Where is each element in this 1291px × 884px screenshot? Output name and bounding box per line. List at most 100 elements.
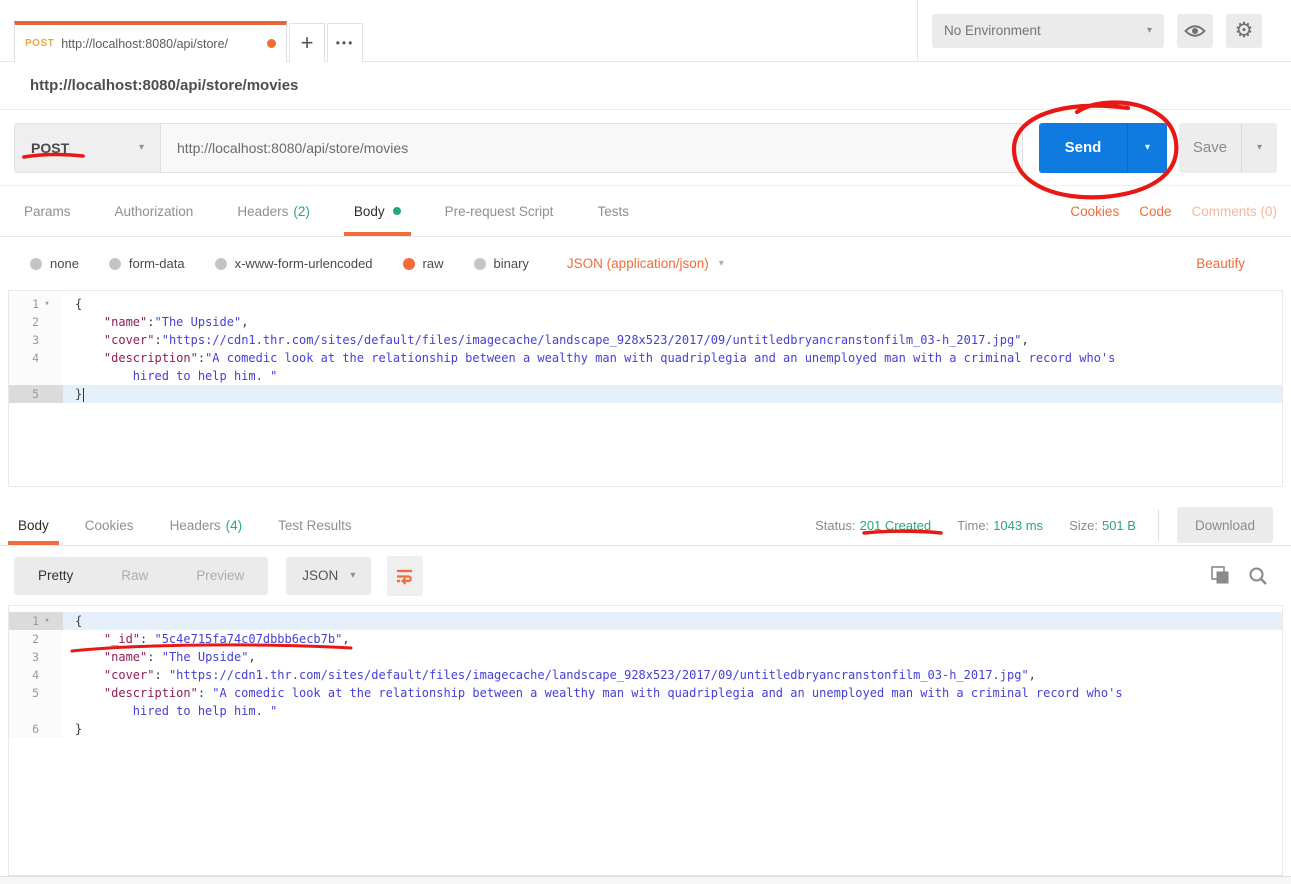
beautify-link[interactable]: Beautify bbox=[1196, 256, 1245, 271]
save-options-button[interactable]: ▾ bbox=[1241, 123, 1277, 173]
code-line: 4 "description":"A comedic look at the r… bbox=[9, 349, 1282, 367]
tab-params[interactable]: Params bbox=[14, 186, 81, 236]
new-tab-button[interactable]: + bbox=[289, 23, 325, 62]
code-text: "_id": "5c4e715fa74c07dbbb6ecb7b", bbox=[63, 630, 1282, 648]
content-type-selector[interactable]: JSON (application/json) ▾ bbox=[567, 256, 724, 271]
line-number-gutter: 3 bbox=[9, 331, 63, 349]
tab-headers[interactable]: Headers(2) bbox=[227, 186, 320, 236]
send-button-group: Send ▾ bbox=[1039, 123, 1167, 173]
response-headers-count-badge: (4) bbox=[226, 518, 243, 533]
code-text: "name": "The Upside", bbox=[63, 648, 1282, 666]
body-type-raw[interactable]: raw bbox=[403, 256, 444, 271]
size-value: 501 B bbox=[1102, 518, 1136, 533]
send-options-button[interactable]: ▾ bbox=[1127, 123, 1167, 173]
line-number-gutter: 3 bbox=[9, 648, 63, 666]
radio-label: form-data bbox=[129, 256, 185, 271]
code-text: } bbox=[63, 720, 1282, 738]
save-button[interactable]: Save bbox=[1179, 123, 1241, 173]
environment-quick-look-button[interactable] bbox=[1177, 14, 1213, 48]
fold-caret-icon[interactable]: ▾ bbox=[39, 612, 55, 630]
view-raw[interactable]: Raw bbox=[97, 557, 172, 595]
response-tab-cookies[interactable]: Cookies bbox=[75, 505, 144, 545]
response-meta: Status:201 Created Time:1043 ms Size:501… bbox=[789, 507, 1283, 543]
body-type-binary[interactable]: binary bbox=[474, 256, 529, 271]
tab-label: Body bbox=[18, 518, 49, 533]
divider bbox=[1158, 509, 1159, 541]
line-number-gutter: 4 bbox=[9, 349, 63, 367]
response-section-tabs: Body Cookies Headers(4) Test Results Sta… bbox=[0, 505, 1291, 546]
response-tab-body[interactable]: Body bbox=[8, 505, 59, 545]
tab-label: Tests bbox=[597, 204, 629, 219]
code-text: "cover": "https://cdn1.thr.com/sites/def… bbox=[63, 666, 1282, 684]
settings-button[interactable]: ⚙ bbox=[1226, 14, 1262, 48]
response-tab-headers[interactable]: Headers(4) bbox=[160, 505, 253, 545]
view-pretty[interactable]: Pretty bbox=[14, 557, 97, 595]
search-icon[interactable] bbox=[1247, 565, 1269, 587]
code-line: 1▾{ bbox=[9, 612, 1282, 630]
bottom-strip bbox=[0, 876, 1291, 884]
chevron-down-icon: ▾ bbox=[1145, 142, 1150, 153]
body-present-dot bbox=[393, 207, 401, 215]
environment-selector[interactable]: No Environment ▾ bbox=[932, 14, 1164, 48]
response-tab-test-results[interactable]: Test Results bbox=[268, 505, 362, 545]
code-text: hired to help him. " bbox=[63, 702, 1282, 720]
download-button[interactable]: Download bbox=[1177, 507, 1273, 543]
line-number-gutter: 5 bbox=[9, 385, 63, 403]
comments-link[interactable]: Comments (0) bbox=[1191, 204, 1277, 219]
view-preview[interactable]: Preview bbox=[172, 557, 268, 595]
code-line: hired to help him. " bbox=[9, 702, 1282, 720]
page-title: http://localhost:8080/api/store/movies bbox=[30, 77, 298, 94]
code-line: 2 "_id": "5c4e715fa74c07dbbb6ecb7b", bbox=[9, 630, 1282, 648]
response-language-selector[interactable]: JSON ▾ bbox=[286, 557, 371, 595]
code-line: 3 "cover":"https://cdn1.thr.com/sites/de… bbox=[9, 331, 1282, 349]
headers-count-badge: (2) bbox=[293, 204, 310, 219]
chevron-down-icon: ▾ bbox=[350, 570, 355, 581]
open-request-tab[interactable]: POST http://localhost:8080/api/store/ bbox=[14, 21, 287, 62]
copy-icon[interactable] bbox=[1209, 565, 1231, 587]
code-line: 5} bbox=[9, 385, 1282, 403]
radio-icon bbox=[215, 258, 227, 270]
method-selector[interactable]: POST ▾ bbox=[15, 124, 161, 172]
status-value: 201 Created bbox=[860, 518, 932, 533]
tab-body[interactable]: Body bbox=[344, 186, 411, 236]
radio-label: binary bbox=[494, 256, 529, 271]
radio-icon bbox=[403, 258, 415, 270]
code-text: } bbox=[63, 385, 1282, 403]
request-body-editor[interactable]: 1▾{2 "name":"The Upside",3 "cover":"http… bbox=[8, 290, 1283, 487]
chevron-down-icon: ▾ bbox=[719, 258, 724, 269]
body-type-none[interactable]: none bbox=[30, 256, 79, 271]
time-value: 1043 ms bbox=[993, 518, 1043, 533]
send-button[interactable]: Send bbox=[1039, 123, 1127, 173]
tab-label: Cookies bbox=[85, 518, 134, 533]
code-line: 2 "name":"The Upside", bbox=[9, 313, 1282, 331]
method-label: POST bbox=[31, 140, 69, 156]
tab-tests[interactable]: Tests bbox=[587, 186, 639, 236]
code-line: 4 "cover": "https://cdn1.thr.com/sites/d… bbox=[9, 666, 1282, 684]
body-type-form-data[interactable]: form-data bbox=[109, 256, 185, 271]
request-tabs-strip: POST http://localhost:8080/api/store/ + … bbox=[0, 0, 917, 61]
tab-options-button[interactable]: ••• bbox=[327, 23, 363, 62]
code-text: hired to help him. " bbox=[63, 367, 1282, 385]
code-link[interactable]: Code bbox=[1139, 204, 1171, 219]
tab-pre-request-script[interactable]: Pre-request Script bbox=[435, 186, 564, 236]
code-text: { bbox=[63, 295, 1282, 313]
request-section-tabs: Params Authorization Headers(2) Body Pre… bbox=[0, 186, 1291, 237]
plus-icon: + bbox=[301, 30, 314, 56]
code-line: 1▾{ bbox=[9, 295, 1282, 313]
line-number-gutter[interactable]: 1▾ bbox=[9, 295, 63, 313]
body-type-x-www-form-urlencoded[interactable]: x-www-form-urlencoded bbox=[215, 256, 373, 271]
line-number-gutter: 2 bbox=[9, 313, 63, 331]
wrap-lines-button[interactable] bbox=[387, 556, 423, 596]
body-type-row: none form-data x-www-form-urlencoded raw… bbox=[0, 237, 1291, 290]
line-number-gutter[interactable]: 1▾ bbox=[9, 612, 63, 630]
response-body-editor[interactable]: 1▾{2 "_id": "5c4e715fa74c07dbbb6ecb7b",3… bbox=[8, 605, 1283, 876]
tab-authorization[interactable]: Authorization bbox=[105, 186, 204, 236]
code-text: "name":"The Upside", bbox=[63, 313, 1282, 331]
time-label: Time: bbox=[957, 518, 989, 533]
environment-area: No Environment ▾ ⚙ bbox=[917, 0, 1291, 61]
status-badge: Status:201 Created bbox=[815, 518, 931, 533]
radio-label: raw bbox=[423, 256, 444, 271]
fold-caret-icon[interactable]: ▾ bbox=[39, 295, 55, 313]
url-input[interactable] bbox=[161, 124, 1022, 172]
cookies-link[interactable]: Cookies bbox=[1070, 204, 1119, 219]
